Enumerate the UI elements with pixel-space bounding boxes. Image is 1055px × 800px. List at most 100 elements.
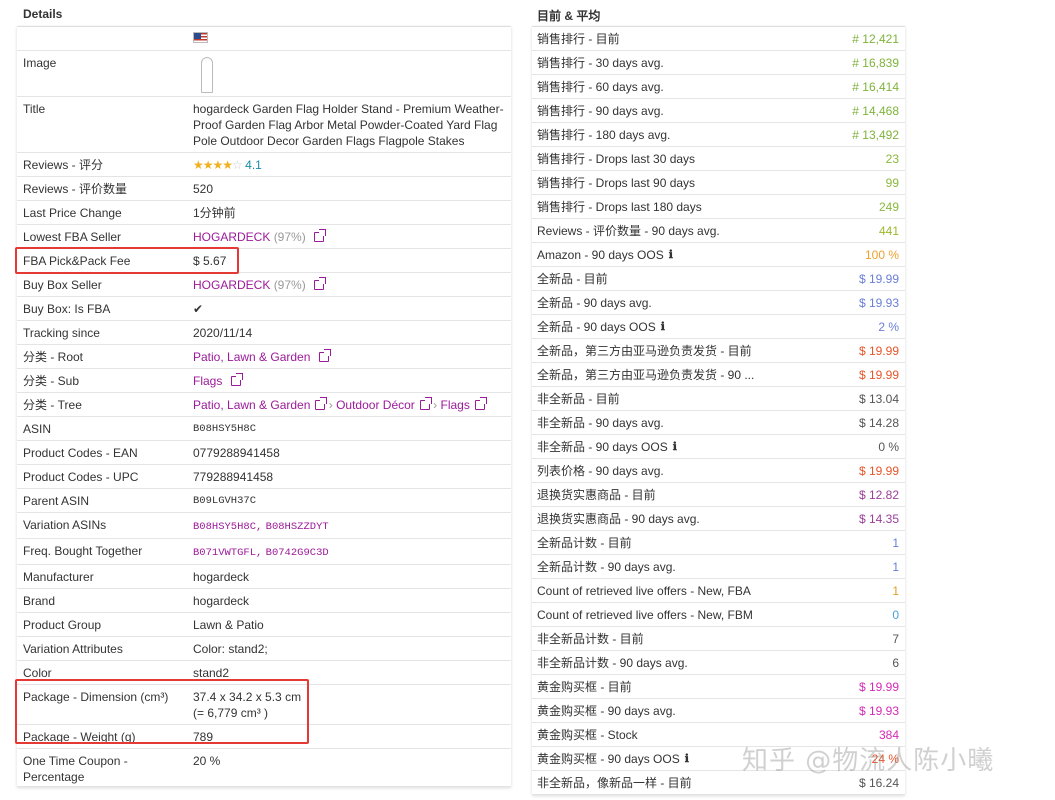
stat-value: 0 %: [878, 439, 899, 454]
image-row: Image: [17, 51, 511, 97]
stat-value: $ 19.99: [858, 679, 899, 694]
fba-fee-highlight: [15, 247, 239, 274]
external-link-icon[interactable]: [230, 373, 243, 386]
cat-tree-row: 分类 - Tree Patio, Lawn & Garden › Outdoor…: [17, 393, 511, 417]
variation-attr-value: Color: stand2;: [193, 642, 268, 656]
product-group-row: Product Group Lawn & Patio: [17, 613, 511, 637]
buybox-pct: (97%): [273, 278, 306, 292]
stat-label: 非全新品计数 - 目前: [537, 632, 644, 646]
stat-label: 退换货实惠商品 - 90 days avg.: [537, 512, 700, 526]
cat-tree-label: 分类 - Tree: [23, 398, 82, 412]
stat-row: 非全新品计数 - 目前 7: [532, 627, 905, 651]
asin-label: ASIN: [23, 422, 52, 436]
ean-label: Product Codes - EAN: [23, 446, 138, 460]
stat-value: 1: [892, 559, 899, 574]
stat-label: Reviews - 评价数量 - 90 days avg.: [537, 224, 720, 238]
stat-label: 非全新品，像新品一样 - 目前: [537, 776, 692, 790]
last-price-label: Last Price Change: [23, 206, 122, 220]
coupon-label: One Time Coupon - Percentage: [23, 754, 128, 784]
stat-label: 全新品，第三方由亚马逊负责发货 - 目前: [537, 344, 752, 358]
buybox-seller-row: Buy Box Seller HOGARDECK (97%): [17, 273, 511, 297]
lowest-fba-seller-link[interactable]: HOGARDECK: [193, 230, 270, 244]
ean-value: 0779288941458: [193, 446, 280, 460]
stat-value: $ 19.93: [858, 295, 899, 310]
details-table: Image Title hogardeck Garden Flag Holder…: [17, 26, 511, 787]
external-link-icon[interactable]: [474, 397, 487, 410]
product-thumbnail[interactable]: [201, 57, 213, 93]
stat-label: 销售排行 - 30 days avg.: [537, 56, 664, 70]
stat-value: 6: [892, 655, 899, 670]
freq-bought-link-1[interactable]: B071VWTGFL,: [193, 547, 262, 559]
external-link-icon[interactable]: [419, 397, 432, 410]
buybox-fba-row: Buy Box: Is FBA ✔: [17, 297, 511, 321]
stat-value: $ 12.82: [858, 487, 899, 502]
stat-row: 非全新品计数 - 90 days avg. 6: [532, 651, 905, 675]
stat-value: $ 13.04: [858, 391, 899, 406]
title-row: Title hogardeck Garden Flag Holder Stand…: [17, 97, 511, 153]
last-price-value: 1分钟前: [193, 206, 236, 220]
cat-tree-link-1[interactable]: Patio, Lawn & Garden: [193, 398, 310, 412]
stat-row: 销售排行 - Drops last 30 days 23: [532, 147, 905, 171]
cat-tree-link-3[interactable]: Flags: [440, 398, 469, 412]
info-icon[interactable]: ℹ: [685, 752, 689, 765]
buybox-seller-link[interactable]: HOGARDECK: [193, 278, 270, 292]
variation-asin-link-2[interactable]: B08HSZZDYT: [266, 521, 329, 533]
variation-asin-link-1[interactable]: B08HSY5H8C,: [193, 521, 262, 533]
stat-row: 全新品计数 - 目前 1: [532, 531, 905, 555]
freq-bought-link-2[interactable]: B0742G9C3D: [266, 547, 329, 559]
external-link-icon[interactable]: [315, 397, 328, 410]
asin-value: B08HSY5H8C: [193, 423, 257, 435]
coupon-row: One Time Coupon - Percentage 20 %: [17, 749, 511, 787]
stat-value: 441: [878, 223, 899, 238]
stat-value: $ 14.28: [858, 415, 899, 430]
parent-asin-label: Parent ASIN: [23, 494, 90, 508]
stat-value: 100 %: [864, 247, 899, 262]
info-icon[interactable]: ℹ: [661, 320, 665, 333]
stat-value: 1: [892, 535, 899, 550]
stat-row: 全新品计数 - 90 days avg. 1: [532, 555, 905, 579]
stat-label: 销售排行 - Drops last 30 days: [537, 152, 696, 166]
product-group-link[interactable]: Lawn & Patio: [187, 613, 511, 636]
variation-attr-label: Variation Attributes: [23, 642, 123, 656]
us-flag-icon: [193, 32, 208, 43]
title-label: Title: [23, 102, 46, 116]
stat-label: 全新品，第三方由亚马逊负责发货 - 90 ...: [537, 368, 755, 382]
stat-row: 列表价格 - 90 days avg. $ 19.99: [532, 459, 905, 483]
stat-row: 非全新品 - 90 days avg. $ 14.28: [532, 411, 905, 435]
cat-sub-link[interactable]: Flags: [193, 374, 222, 388]
image-label: Image: [23, 56, 57, 70]
stat-row: 全新品，第三方由亚马逊负责发货 - 90 ... $ 19.99: [532, 363, 905, 387]
current-avg-table: 销售排行 - 目前 # 12,421 销售排行 - 30 days avg. # 16…: [532, 26, 905, 795]
cat-root-link[interactable]: Patio, Lawn & Garden: [193, 350, 310, 364]
stat-row: 全新品 - 90 days OOS ℹ 2 %: [532, 315, 905, 339]
external-link-icon[interactable]: [314, 277, 327, 290]
stat-value: 23: [885, 151, 899, 166]
stat-value: # 16,839: [852, 55, 899, 70]
stat-label: 列表价格 - 90 days avg.: [537, 464, 664, 478]
package-highlight: [15, 679, 309, 744]
stat-label: 全新品 - 90 days avg.: [537, 296, 652, 310]
stat-value: $ 19.99: [858, 271, 899, 286]
stat-value: $ 19.99: [858, 367, 899, 382]
stat-label: 销售排行 - Drops last 90 days: [537, 176, 696, 190]
stat-label: 非全新品 - 目前: [537, 392, 620, 406]
info-icon[interactable]: ℹ: [673, 440, 677, 453]
stat-label: 全新品计数 - 90 days avg.: [537, 560, 676, 574]
lowest-fba-label: Lowest FBA Seller: [23, 230, 122, 244]
upc-row: Product Codes - UPC 779288941458: [17, 465, 511, 489]
buybox-fba-label: Buy Box: Is FBA: [23, 302, 111, 316]
stat-label: 销售排行 - 180 days avg.: [537, 128, 671, 142]
stat-label: 销售排行 - 90 days avg.: [537, 104, 664, 118]
cat-tree-link-2[interactable]: Outdoor Décor: [336, 398, 415, 412]
stat-row: 非全新品 - 90 days OOS ℹ 0 %: [532, 435, 905, 459]
info-icon[interactable]: ℹ: [669, 248, 673, 261]
manufacturer-link[interactable]: hogardeck: [187, 565, 511, 588]
stat-row: 非全新品 - 目前 $ 13.04: [532, 387, 905, 411]
stat-value: $ 16.24: [858, 775, 899, 790]
last-price-row: Last Price Change 1分钟前: [17, 201, 511, 225]
brand-link[interactable]: hogardeck: [187, 589, 511, 612]
external-link-icon[interactable]: [318, 349, 331, 362]
external-link-icon[interactable]: [314, 229, 327, 242]
stat-row: Count of retrieved live offers - New, FB…: [532, 603, 905, 627]
stat-row: Amazon - 90 days OOS ℹ 100 %: [532, 243, 905, 267]
